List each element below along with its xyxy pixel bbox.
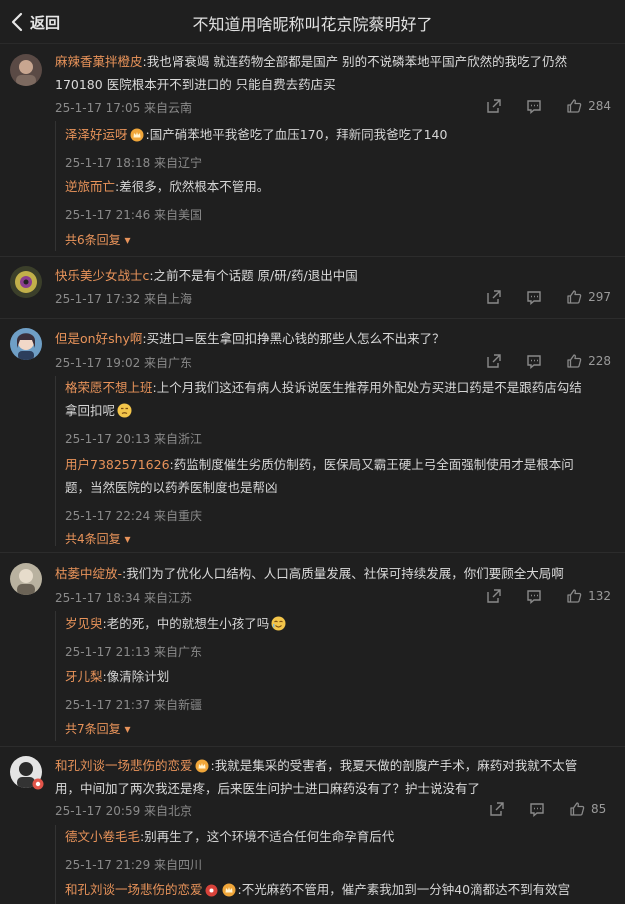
username-link[interactable]: 和孔刘谈一场悲伤的恋爱	[55, 758, 193, 773]
verified-badge-icon	[32, 778, 44, 790]
like-count: 284	[588, 99, 611, 113]
reply-meta: 25-1-17 18:18 来自辽宁	[65, 156, 203, 170]
like-icon[interactable]	[566, 353, 582, 369]
username-link[interactable]: 岁见臾	[65, 616, 103, 631]
reply-item: 逆旅而亡:差很多，欣然根本不管用。 25-1-17 21:46 来自美国	[65, 175, 610, 223]
username-link[interactable]: 逆旅而亡	[65, 179, 115, 194]
reply-meta: 25-1-17 21:37 来自新疆	[65, 698, 203, 712]
reply-item: 牙儿梨:像清除计划 25-1-17 21:37 来自新疆	[65, 665, 610, 713]
reply-item: 泽泽好运呀:国产硝苯地平我爸吃了血压170，拜新同我爸吃了140 25-1-17…	[65, 123, 610, 171]
flower-badge-icon	[205, 884, 218, 897]
reply-meta: 25-1-17 21:46 来自美国	[65, 208, 203, 222]
comment-meta: 25-1-17 18:34 来自江苏	[55, 591, 193, 605]
reply-item: 用户7382571626:药监制度催生劣质仿制药，医保局又霸王硬上弓全面强制使用…	[65, 453, 610, 524]
reply-meta: 25-1-17 21:29 来自四川	[65, 858, 203, 872]
vip-crown-icon	[195, 759, 209, 773]
reply-thread: 岁见臾:老的死，中的就想生小孩了吗 25-1-17 21:13 来自广东 牙儿梨…	[55, 611, 615, 741]
reply-thread: 格荣愿不想上班:上个月我们这还有病人投诉说医生推荐用外配处方买进口药是不是跟药店…	[55, 376, 615, 546]
avatar-image-icon	[10, 328, 42, 360]
divider	[0, 552, 625, 553]
reply-meta: 25-1-17 22:24 来自重庆	[65, 509, 203, 523]
username-link[interactable]: 德文小卷毛毛	[65, 829, 140, 844]
comment-actions: 297	[462, 289, 611, 305]
emoji-icon	[271, 616, 286, 631]
like-count: 85	[591, 802, 607, 816]
like-count: 132	[588, 589, 611, 603]
emoji-icon	[117, 403, 132, 418]
avatar-image-icon	[10, 54, 42, 86]
reply-meta: 25-1-17 21:13 来自广东	[65, 645, 203, 659]
more-replies-link[interactable]: 共7条回复 ▾	[65, 720, 130, 737]
vip-crown-icon	[222, 883, 236, 897]
comment-icon[interactable]	[526, 98, 542, 114]
like-icon[interactable]	[569, 801, 585, 817]
divider	[0, 256, 625, 257]
username-link[interactable]: 用户7382571626	[65, 457, 170, 472]
comment-text: 和孔刘谈一场悲伤的恋爱:我就是集采的受害者，我夏天做的剖腹产手术，麻药对我就不太…	[55, 758, 578, 796]
top-bar: 返回 不知道用啥昵称叫花京院蔡明好了	[0, 0, 625, 44]
share-icon[interactable]	[486, 289, 502, 305]
comment-actions: 132	[462, 588, 611, 604]
username-link[interactable]: 牙儿梨	[65, 669, 103, 684]
comment-actions: 284	[462, 98, 611, 114]
reply-item: 德文小卷毛毛:别再生了，这个环境不适合任何生命孕育后代 25-1-17 21:2…	[65, 825, 610, 873]
comment-text: 枯萎中绽放-:我们为了优化人口结构、人口高质量发展、社保可持续发展，你们要顾全大…	[55, 566, 564, 581]
avatar[interactable]	[10, 54, 42, 86]
like-icon[interactable]	[566, 588, 582, 604]
divider	[0, 746, 625, 747]
share-icon[interactable]	[486, 353, 502, 369]
like-count: 297	[588, 290, 611, 304]
avatar[interactable]	[10, 266, 42, 298]
avatar-image-icon	[10, 563, 42, 595]
comment-actions: 85	[465, 801, 611, 817]
username-link[interactable]: 麻辣香菓拌橙皮	[55, 54, 143, 69]
avatar[interactable]	[10, 328, 42, 360]
reply-item: 和孔刘谈一场悲伤的恋爱:不光麻药不管用，催产素我加到一分钟40滴都达不到有效宫	[65, 882, 571, 897]
more-replies-link[interactable]: 共6条回复 ▾	[65, 231, 130, 248]
divider	[0, 318, 625, 319]
like-icon[interactable]	[566, 289, 582, 305]
username-link[interactable]: 枯萎中绽放-	[55, 566, 122, 581]
comment-icon[interactable]	[526, 588, 542, 604]
like-count: 228	[588, 354, 611, 368]
username-link[interactable]: 格荣愿不想上班	[65, 380, 153, 395]
reply-thread: 德文小卷毛毛:别再生了，这个环境不适合任何生命孕育后代 25-1-17 21:2…	[55, 825, 615, 904]
comment-actions: 228	[462, 353, 611, 369]
reply-item: 岁见臾:老的死，中的就想生小孩了吗 25-1-17 21:13 来自广东	[65, 612, 610, 660]
username-link[interactable]: 和孔刘谈一场悲伤的恋爱	[65, 882, 203, 897]
reply-thread: 泽泽好运呀:国产硝苯地平我爸吃了血压170，拜新同我爸吃了140 25-1-17…	[55, 121, 615, 251]
page-title: 不知道用啥昵称叫花京院蔡明好了	[192, 15, 433, 34]
username-link[interactable]: 快乐美少女战士c	[55, 268, 149, 283]
comment-text: 但是on好shy啊:买进口=医生拿回扣挣黑心钱的那些人怎么不出来了？	[55, 331, 445, 346]
comment-meta: 25-1-17 20:59 来自北京	[55, 804, 193, 818]
share-icon[interactable]	[486, 588, 502, 604]
username-link[interactable]: 泽泽好运呀	[65, 127, 128, 142]
like-icon[interactable]	[566, 98, 582, 114]
more-replies-link[interactable]: 共4条回复 ▾	[65, 530, 130, 547]
comment-meta: 25-1-17 17:32 来自上海	[55, 292, 193, 306]
comment-icon[interactable]	[529, 801, 545, 817]
comment-icon[interactable]	[526, 353, 542, 369]
username-link[interactable]: 但是on好shy啊	[55, 331, 142, 346]
reply-item: 格荣愿不想上班:上个月我们这还有病人投诉说医生推荐用外配处方买进口药是不是跟药店…	[65, 376, 610, 447]
avatar[interactable]	[10, 563, 42, 595]
comment-meta: 25-1-17 17:05 来自云南	[55, 101, 193, 115]
reply-meta: 25-1-17 20:13 来自浙江	[65, 432, 203, 446]
comment-text: 麻辣香菓拌橙皮:我也肾衰竭 就连药物全部都是国产 别的不说磷苯地平国产欣然的我吃…	[55, 54, 568, 92]
avatar-image-icon	[10, 266, 42, 298]
comment-icon[interactable]	[526, 289, 542, 305]
share-icon[interactable]	[486, 98, 502, 114]
vip-crown-icon	[130, 128, 144, 142]
share-icon[interactable]	[489, 801, 505, 817]
comment-meta: 25-1-17 19:02 来自广东	[55, 356, 193, 370]
comment-text: 快乐美少女战士c:之前不是有个话题 原/研/药/退出中国	[55, 268, 358, 283]
